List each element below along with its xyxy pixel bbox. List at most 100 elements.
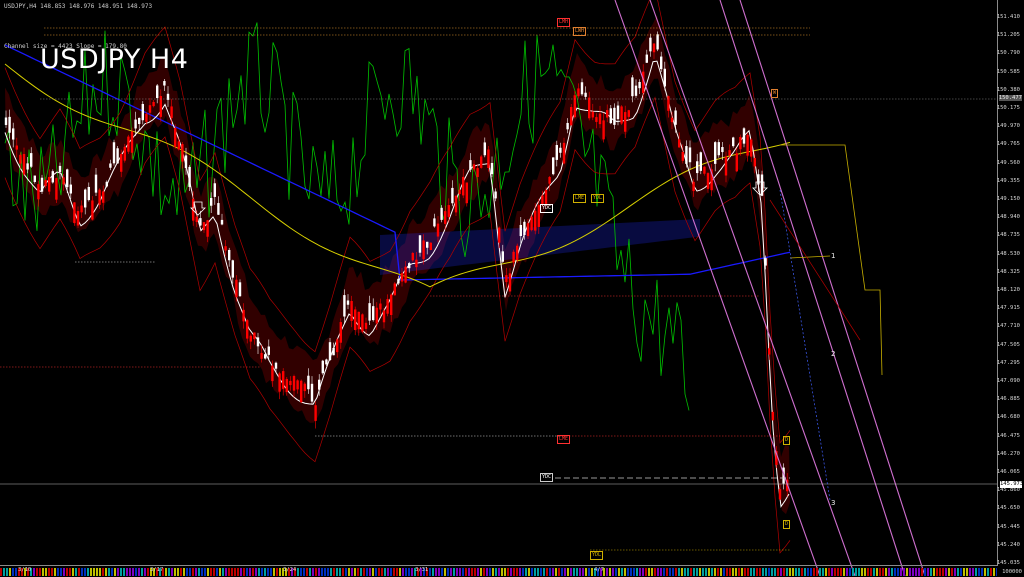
time-strip-cell — [174, 568, 176, 576]
candle-body — [145, 113, 148, 122]
time-strip-cell — [375, 568, 377, 576]
time-strip-cell — [924, 568, 926, 576]
candle-body — [490, 162, 494, 175]
time-strip-cell — [297, 568, 299, 576]
time-strip-cell — [498, 568, 500, 576]
candle-body — [728, 150, 731, 156]
candle-body — [242, 309, 245, 322]
time-strip-cell — [798, 568, 800, 576]
candle-body — [346, 300, 350, 305]
candle-body — [465, 182, 468, 204]
time-strip-cell — [981, 568, 983, 576]
candle-body — [328, 342, 332, 360]
time-strip-cell — [930, 568, 932, 576]
time-strip-cell — [456, 568, 458, 576]
time-strip-cell — [177, 568, 179, 576]
time-strip-cell — [399, 568, 401, 576]
time-strip-cell — [219, 568, 221, 576]
time-strip-cell — [222, 568, 224, 576]
candle-body — [573, 95, 576, 118]
candle-body — [534, 210, 537, 231]
time-strip-cell — [861, 568, 863, 576]
candle-body — [238, 282, 242, 297]
chart-window[interactable]: USDJPY,H4 148.853 148.976 148.951 148.97… — [0, 0, 1024, 576]
candle-body — [426, 241, 429, 248]
candle-body — [206, 220, 209, 237]
candle-body — [627, 110, 630, 117]
candle-body — [620, 106, 623, 124]
time-strip-cell — [381, 568, 383, 576]
time-strip-cell — [687, 568, 689, 576]
time-strip-cell — [378, 568, 380, 576]
price-tick: 147.505 — [996, 341, 1020, 348]
candle-body — [123, 146, 126, 161]
candle-body — [199, 218, 202, 226]
candle-body — [429, 242, 432, 250]
candle-body — [120, 153, 123, 172]
candle-body — [98, 189, 101, 205]
time-strip-cell — [552, 568, 554, 576]
time-strip-cell — [369, 568, 371, 576]
candle-body — [696, 161, 699, 174]
candle-body — [325, 359, 328, 365]
candle-body — [552, 157, 555, 175]
time-strip-cell — [105, 568, 107, 576]
candle-body — [706, 173, 710, 189]
time-strip-cell — [690, 568, 692, 576]
candle-body — [505, 275, 508, 283]
price-tick: 148.735 — [996, 232, 1020, 239]
candle-body — [393, 283, 396, 296]
time-strip-cell — [732, 568, 734, 576]
time-strip-cell — [273, 568, 275, 576]
time-strip-cell — [951, 568, 953, 576]
time-strip-cell — [708, 568, 710, 576]
candle-body — [343, 295, 346, 317]
time-strip-cell — [342, 568, 344, 576]
time-strip-cell — [312, 568, 314, 576]
candle-body — [631, 77, 634, 97]
time-strip-cell — [909, 568, 911, 576]
time-strip-cell — [69, 568, 71, 576]
price-chart-canvas[interactable] — [0, 0, 1024, 576]
candle-body — [228, 249, 231, 261]
price-tick: 145.860 — [996, 487, 1020, 494]
candle-body — [267, 346, 270, 355]
time-strip-cell — [882, 568, 884, 576]
time-strip-cell — [306, 568, 308, 576]
time-strip-cell — [669, 568, 671, 576]
time-strip-cell — [354, 568, 356, 576]
time-strip-cell — [75, 568, 77, 576]
time-strip-cell — [225, 568, 227, 576]
candle-body — [300, 380, 303, 403]
candle-body — [217, 203, 220, 215]
time-strip-cell — [729, 568, 731, 576]
time-strip-cell — [744, 568, 746, 576]
candle-body — [26, 163, 29, 170]
candle-body — [458, 189, 461, 195]
time-strip-cell — [117, 568, 119, 576]
time-strip-cell — [984, 568, 986, 576]
candle-body — [296, 380, 299, 390]
candle-body — [195, 216, 198, 223]
candle-body — [523, 221, 526, 236]
candle-body — [44, 179, 47, 187]
time-strip-cell — [210, 568, 212, 576]
candle-body — [8, 116, 11, 133]
time-strip-cell — [246, 568, 248, 576]
time-strip-cell — [120, 568, 122, 576]
time-strip-cell — [6, 568, 8, 576]
time-strip-cell — [822, 568, 824, 576]
time-strip-cell — [492, 568, 494, 576]
time-strip-cell — [972, 568, 974, 576]
candle-body — [213, 183, 216, 197]
time-strip-cell — [933, 568, 935, 576]
candle-body — [670, 117, 674, 123]
time-strip-cell — [750, 568, 752, 576]
time-strip-cell — [633, 568, 635, 576]
time-strip-cell — [906, 568, 908, 576]
candle-body — [177, 141, 180, 150]
time-strip-cell — [147, 568, 149, 576]
time-strip-cell — [900, 568, 902, 576]
candle-body — [645, 54, 648, 63]
time-strip-cell — [255, 568, 257, 576]
